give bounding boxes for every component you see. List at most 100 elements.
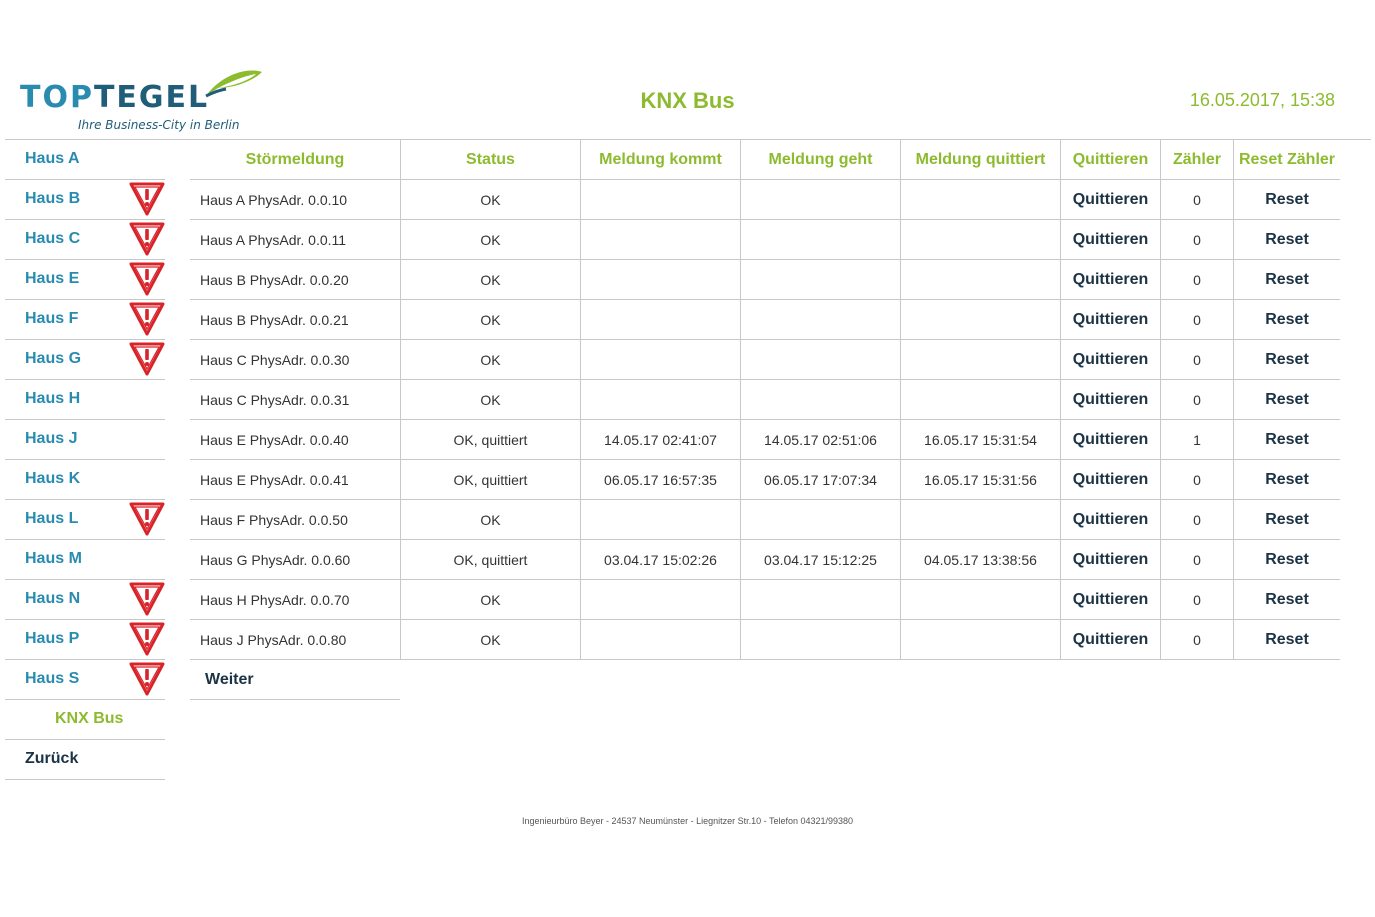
warning-icon [128, 661, 166, 697]
sidebar-item-label: Haus C [25, 230, 81, 247]
zaehler-cell: 0 [1161, 220, 1234, 259]
reset-button[interactable]: Reset [1234, 380, 1340, 419]
table-body: Haus A PhysAdr. 0.0.10 OK Quittieren 0 Reset… [190, 180, 1340, 660]
sidebar-item-haus-k[interactable]: Haus K [5, 460, 165, 500]
quittieren-button[interactable]: Quittieren [1061, 220, 1161, 259]
zaehler-cell: 0 [1161, 380, 1234, 419]
sidebar-item-label: Haus M [25, 550, 82, 567]
zaehler-cell: 0 [1161, 300, 1234, 339]
status-cell: OK [401, 260, 581, 299]
reset-button[interactable]: Reset [1234, 300, 1340, 339]
sidebar-item-haus-j[interactable]: Haus J [5, 420, 165, 460]
reset-button[interactable]: Reset [1234, 460, 1340, 499]
quittieren-button[interactable]: Quittieren [1061, 620, 1161, 659]
meldung-geht-cell [741, 580, 901, 619]
meldung-geht-cell [741, 380, 901, 419]
sidebar-item-haus-f[interactable]: Haus F [5, 300, 165, 340]
alarm-table: Störmeldung Status Meldung kommt Meldung… [190, 140, 1340, 700]
sidebar-item-haus-p[interactable]: Haus P [5, 620, 165, 660]
zaehler-cell: 0 [1161, 500, 1234, 539]
meldung-kommt-cell [581, 260, 741, 299]
sidebar-item-haus-a[interactable]: Haus A [5, 140, 165, 180]
warning-icon [128, 621, 166, 657]
stoermeldung-cell: Haus E PhysAdr. 0.0.41 [190, 460, 401, 499]
meldung-geht-cell: 14.05.17 02:51:06 [741, 420, 901, 459]
meldung-quittiert-cell [901, 300, 1061, 339]
sidebar-item-label: Haus K [25, 470, 81, 487]
sidebar-item-haus-m[interactable]: Haus M [5, 540, 165, 580]
sidebar-item-haus-h[interactable]: Haus H [5, 380, 165, 420]
quittieren-button[interactable]: Quittieren [1061, 380, 1161, 419]
sidebar-item-label: Haus F [25, 310, 79, 327]
quittieren-button[interactable]: Quittieren [1061, 300, 1161, 339]
warning-icon [128, 301, 166, 337]
meldung-quittiert-cell [901, 500, 1061, 539]
sidebar-item-haus-b[interactable]: Haus B [5, 180, 165, 220]
table-row: Haus E PhysAdr. 0.0.40 OK, quittiert 14.05… [190, 420, 1340, 460]
stoermeldung-cell: Haus C PhysAdr. 0.0.31 [190, 380, 401, 419]
reset-button[interactable]: Reset [1234, 420, 1340, 459]
warning-icon [128, 341, 166, 377]
zaehler-cell: 0 [1161, 580, 1234, 619]
reset-button[interactable]: Reset [1234, 620, 1340, 659]
meldung-kommt-cell [581, 340, 741, 379]
meldung-geht-cell [741, 180, 901, 219]
meldung-geht-cell [741, 260, 901, 299]
sidebar-item-haus-l[interactable]: Haus L [5, 500, 165, 540]
sidebar-item-label: Haus G [25, 350, 82, 367]
header-quittieren: Quittieren [1061, 140, 1161, 179]
stoermeldung-cell: Haus A PhysAdr. 0.0.10 [190, 180, 401, 219]
meldung-quittiert-cell: 16.05.17 15:31:54 [901, 420, 1061, 459]
meldung-quittiert-cell [901, 340, 1061, 379]
meldung-kommt-cell [581, 620, 741, 659]
quittieren-button[interactable]: Quittieren [1061, 420, 1161, 459]
quittieren-button[interactable]: Quittieren [1061, 500, 1161, 539]
status-cell: OK [401, 340, 581, 379]
reset-button[interactable]: Reset [1234, 260, 1340, 299]
sidebar-item-haus-e[interactable]: Haus E [5, 260, 165, 300]
zaehler-cell: 0 [1161, 620, 1234, 659]
reset-button[interactable]: Reset [1234, 540, 1340, 579]
warning-icon [128, 501, 166, 537]
quittieren-button[interactable]: Quittieren [1061, 580, 1161, 619]
sidebar-item-label: Haus A [25, 150, 80, 167]
quittieren-button[interactable]: Quittieren [1061, 540, 1161, 579]
reset-button[interactable]: Reset [1234, 580, 1340, 619]
meldung-quittiert-cell [901, 180, 1061, 219]
footer-contact: Ingenieurbüro Beyer - 24537 Neumünster -… [521, 816, 854, 826]
sidebar-item-knx-bus[interactable]: KNX Bus [5, 700, 165, 740]
reset-button[interactable]: Reset [1234, 180, 1340, 219]
quittieren-button[interactable]: Quittieren [1061, 340, 1161, 379]
meldung-kommt-cell [581, 180, 741, 219]
meldung-kommt-cell: 14.05.17 02:41:07 [581, 420, 741, 459]
table-row: Haus A PhysAdr. 0.0.10 OK Quittieren 0 Reset [190, 180, 1340, 220]
reset-button[interactable]: Reset [1234, 500, 1340, 539]
status-cell: OK, quittiert [401, 540, 581, 579]
zaehler-cell: 0 [1161, 540, 1234, 579]
zaehler-cell: 0 [1161, 260, 1234, 299]
reset-button[interactable]: Reset [1234, 340, 1340, 379]
meldung-kommt-cell: 06.05.17 16:57:35 [581, 460, 741, 499]
meldung-kommt-cell [581, 500, 741, 539]
sidebar-item-haus-n[interactable]: Haus N [5, 580, 165, 620]
quittieren-button[interactable]: Quittieren [1061, 180, 1161, 219]
table-row: Haus E PhysAdr. 0.0.41 OK, quittiert 06.05… [190, 460, 1340, 500]
meldung-kommt-cell [581, 300, 741, 339]
stoermeldung-cell: Haus A PhysAdr. 0.0.11 [190, 220, 401, 259]
sidebar-item-haus-s[interactable]: Haus S [5, 660, 165, 700]
back-button[interactable]: Zurück [5, 740, 165, 780]
sidebar-item-haus-g[interactable]: Haus G [5, 340, 165, 380]
quittieren-button[interactable]: Quittieren [1061, 460, 1161, 499]
sidebar-item-haus-c[interactable]: Haus C [5, 220, 165, 260]
sidebar-item-label: Haus B [25, 190, 81, 207]
sidebar: Haus A Haus B Haus C Haus E Haus F Haus G Haus… [5, 140, 165, 780]
quittieren-button[interactable]: Quittieren [1061, 260, 1161, 299]
back-label: Zurück [25, 750, 79, 767]
reset-button[interactable]: Reset [1234, 220, 1340, 259]
table-row: Haus C PhysAdr. 0.0.31 OK Quittieren 0 Reset [190, 380, 1340, 420]
meldung-quittiert-cell [901, 220, 1061, 259]
warning-icon [128, 181, 166, 217]
weiter-button[interactable]: Weiter [190, 660, 254, 699]
meldung-quittiert-cell: 16.05.17 15:31:56 [901, 460, 1061, 499]
zaehler-cell: 0 [1161, 460, 1234, 499]
